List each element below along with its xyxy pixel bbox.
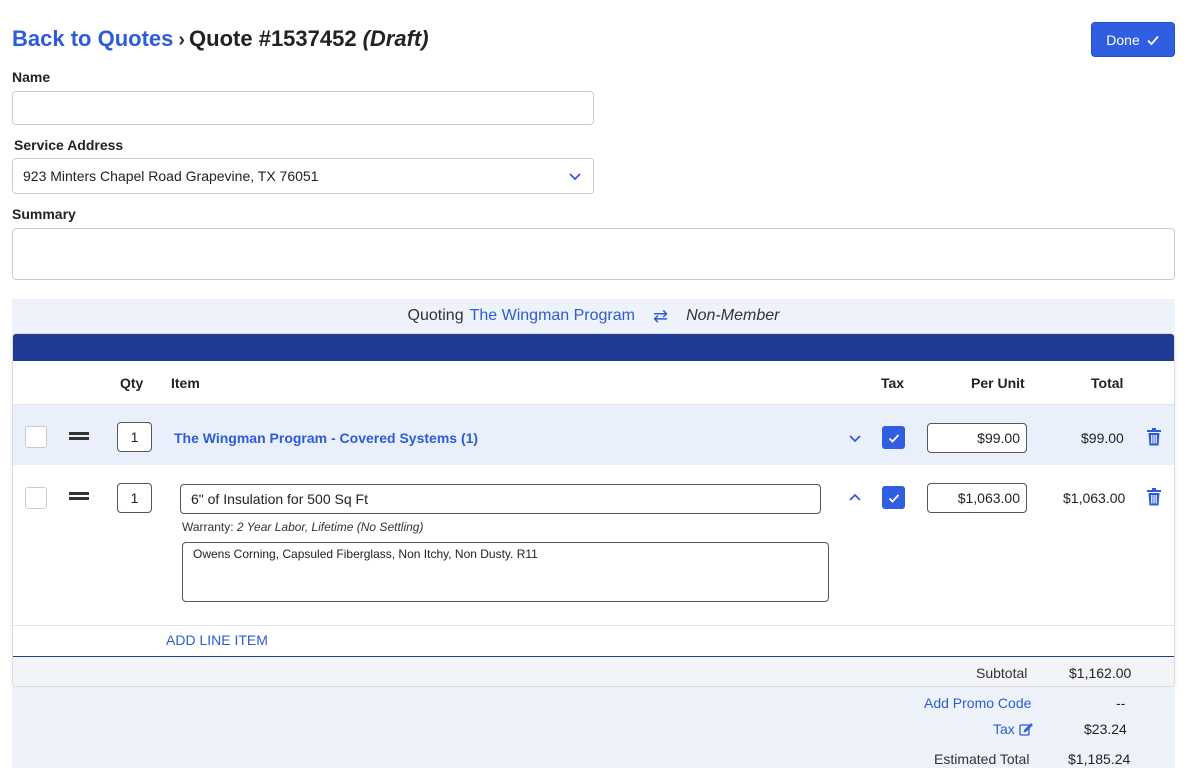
subtotal-value: $1,162.00 [1069, 665, 1132, 681]
subtotal-label: Subtotal [976, 665, 1028, 681]
header-item: Item [171, 375, 200, 391]
row-select-checkbox[interactable] [25, 487, 47, 509]
row-total: $99.00 [1081, 430, 1124, 446]
drag-handle-icon[interactable] [69, 432, 89, 440]
warranty-label: Warranty: [182, 520, 234, 534]
trash-icon[interactable] [1146, 428, 1162, 446]
check-icon [1147, 35, 1159, 45]
header-per-unit: Per Unit [971, 375, 1025, 391]
chevron-down-icon [569, 173, 581, 181]
chevron-down-icon[interactable] [847, 431, 863, 447]
qty-input[interactable]: 1 [117, 422, 152, 452]
row-select-checkbox[interactable] [25, 426, 47, 448]
name-label: Name [12, 69, 51, 85]
chevron-right-icon: › [178, 29, 186, 51]
tax-checkbox[interactable] [882, 486, 905, 509]
table-header-band [13, 334, 1174, 361]
done-label: Done [1106, 31, 1140, 48]
promo-value: -- [1116, 695, 1126, 711]
service-address-value: 923 Minters Chapel Road Grapevine, TX 76… [23, 168, 319, 184]
description-field[interactable]: Owens Corning, Capsuled Fiberglass, Non … [182, 542, 829, 602]
tax-value: $23.24 [1084, 721, 1127, 737]
header-tax: Tax [881, 375, 905, 391]
trash-icon[interactable] [1146, 488, 1162, 506]
estimated-total-value: $1,185.24 [1068, 751, 1131, 767]
breadcrumb: Back to Quotes › Quote #1537452 (Draft) [12, 26, 429, 52]
membership-status: Non-Member [686, 307, 780, 324]
edit-icon [1019, 723, 1033, 736]
quoting-bar: Quoting The Wingman Program ⇄ Non-Member [12, 299, 1175, 333]
page-title: Quote #1537452 (Draft) [189, 26, 429, 52]
name-input[interactable] [12, 91, 594, 125]
header-total: Total [1091, 375, 1124, 391]
item-name-input[interactable]: 6" of Insulation for 500 Sq Ft [180, 484, 821, 514]
qty-input[interactable]: 1 [117, 483, 152, 513]
service-address-label: Service Address [14, 137, 124, 153]
quote-number: Quote #1537452 [189, 26, 357, 51]
add-promo-code-link[interactable]: Add Promo Code [924, 695, 1031, 711]
warranty-info: Warranty: 2 Year Labor, Lifetime (No Set… [182, 520, 423, 534]
quoting-prefix: Quoting [407, 307, 464, 324]
divider [13, 625, 1174, 626]
warranty-value: 2 Year Labor, Lifetime (No Settling) [236, 520, 424, 534]
per-unit-input[interactable]: $1,063.00 [927, 483, 1027, 513]
swap-icon[interactable]: ⇄ [653, 306, 668, 327]
line-items-table: Qty Item Tax Per Unit Total 1 The Wingma… [12, 333, 1175, 687]
estimated-total-label: Estimated Total [934, 751, 1030, 767]
tax-edit-link[interactable]: Tax [993, 721, 1033, 737]
chevron-up-icon[interactable] [847, 489, 863, 505]
subtotal-row: Subtotal $1,162.00 [13, 657, 1174, 686]
header-qty: Qty [120, 375, 144, 391]
done-button[interactable]: Done [1091, 22, 1175, 57]
table-row: 1 The Wingman Program - Covered Systems … [13, 404, 1174, 465]
add-line-item-button[interactable]: ADD LINE ITEM [166, 632, 268, 648]
tax-label: Tax [993, 721, 1015, 737]
tax-checkbox[interactable] [882, 426, 905, 449]
program-link[interactable]: The Wingman Program [470, 307, 635, 325]
service-address-select[interactable]: 923 Minters Chapel Road Grapevine, TX 76… [12, 158, 594, 194]
check-icon [888, 433, 899, 443]
summary-label: Summary [12, 206, 76, 222]
per-unit-input[interactable]: $99.00 [927, 423, 1027, 453]
drag-handle-icon[interactable] [69, 492, 89, 500]
row-total: $1,063.00 [1063, 490, 1126, 506]
summary-field[interactable] [12, 228, 1175, 280]
check-icon [888, 493, 899, 503]
item-name: The Wingman Program - Covered Systems (1… [174, 430, 479, 446]
quote-status: (Draft) [362, 26, 429, 51]
back-to-quotes-link[interactable]: Back to Quotes [12, 26, 173, 52]
